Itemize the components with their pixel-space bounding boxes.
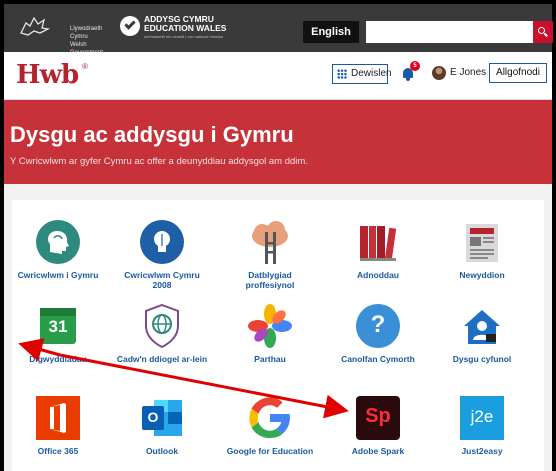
- registered-mark: ®: [82, 62, 88, 71]
- tile-label: Datblygiad proffesiynol: [245, 270, 295, 290]
- tile-label: Adnoddau: [356, 270, 400, 280]
- tile-label: Cwricwlwm i Gymru: [17, 270, 99, 280]
- tile-cadwn-ddiogel-ar-lein[interactable]: Cadw'n ddiogel ar-lein: [116, 302, 208, 364]
- books-icon: [354, 218, 402, 266]
- tile-label: Cwricwlwm Cymru 2008: [124, 270, 200, 290]
- tile-label: Digwyddiadau: [29, 354, 87, 364]
- help-icon: ?: [354, 302, 402, 350]
- spark-letters: Sp: [365, 405, 391, 427]
- tile-dysgu-cyfunol[interactable]: Dysgu cyfunol: [436, 302, 528, 364]
- language-button[interactable]: English: [303, 21, 359, 43]
- j2e-icon: j2e: [458, 394, 506, 442]
- outlook-icon: O: [138, 394, 186, 442]
- adobe-spark-icon: Sp: [354, 394, 402, 442]
- tile-parthau[interactable]: Parthau: [224, 302, 316, 364]
- tile-label: Google for Education: [226, 446, 314, 456]
- user-name[interactable]: E Jones: [450, 67, 486, 78]
- tile-cwricwlwm-cymru-2008[interactable]: Cwricwlwm Cymru 2008: [116, 218, 208, 290]
- hero-banner: Dysgu ac addysgu i Gymru Y Cwricwlwm ar …: [4, 100, 552, 184]
- tile-label: Newyddion: [459, 270, 505, 280]
- tile-adobe-spark[interactable]: Sp Adobe Spark: [332, 394, 424, 456]
- tile-digwyddiadau[interactable]: 31 Digwyddiadau: [12, 302, 104, 364]
- newspaper-icon: [458, 218, 506, 266]
- outlook-letter: O: [147, 409, 159, 425]
- pinwheel-icon: [246, 302, 294, 350]
- tile-label: Canolfan Cymorth: [341, 354, 415, 364]
- tile-google-for-education[interactable]: Google for Education: [224, 394, 316, 456]
- tile-label: Dysgu cyfunol: [452, 354, 512, 364]
- hwb-logo[interactable]: Hwb: [16, 60, 79, 90]
- checkmark-icon: [120, 16, 140, 36]
- page-subtitle: Y Cwricwlwm ar gyfer Cymru ac offer a de…: [10, 156, 308, 167]
- tile-adnoddau[interactable]: Adnoddau: [332, 218, 424, 280]
- dragon-icon: [20, 16, 51, 36]
- google-icon: [246, 394, 294, 442]
- lightbulb-icon: [138, 218, 186, 266]
- tile-label: Office 365: [37, 446, 79, 456]
- site-header: Hwb ® Dewislen 5 E Jones Allgofnodi: [4, 52, 552, 100]
- tile-office-365[interactable]: Office 365: [12, 394, 104, 456]
- avatar[interactable]: [432, 66, 446, 80]
- menu-button[interactable]: Dewislen: [332, 64, 392, 84]
- calendar-day: 31: [48, 317, 68, 336]
- tile-label: Parthau: [254, 354, 286, 364]
- notification-badge: 5: [410, 61, 420, 71]
- j2e-letters: j2e: [470, 407, 494, 426]
- house-user-icon: [458, 302, 506, 350]
- tile-datblygiad-proffesiynol[interactable]: Datblygiad proffesiynol: [224, 218, 316, 290]
- education-wales-logo[interactable]: ADDYSG CYMRU EDUCATION WALES cenhadaeth …: [120, 14, 230, 42]
- tile-label: Adobe Spark: [351, 446, 405, 456]
- logout-button[interactable]: Allgofnodi: [489, 63, 547, 83]
- tile-newyddion[interactable]: Newyddion: [436, 218, 528, 280]
- welsh-government-logo[interactable]: Llywodraeth Cymru Welsh Government: [18, 13, 118, 56]
- tile-label: Outlook: [145, 446, 179, 456]
- search-input[interactable]: [366, 21, 533, 43]
- tile-cwricwlwm-i-gymru[interactable]: Cwricwlwm i Gymru: [12, 218, 104, 280]
- tile-label: Just2easy: [461, 446, 503, 456]
- tile-outlook[interactable]: O Outlook: [116, 394, 208, 456]
- grid-icon: [337, 69, 347, 79]
- tile-just2easy[interactable]: j2e Just2easy: [436, 394, 528, 456]
- cloud-ladder-icon: [246, 218, 294, 266]
- help-mark: ?: [370, 311, 386, 338]
- tiles-panel: Cwricwlwm i Gymru Cwricwlwm Cymru 2008 D…: [12, 200, 544, 471]
- menu-button-label: Dewislen: [351, 68, 392, 79]
- office-icon: [34, 394, 82, 442]
- page-title: Dysgu ac addysgu i Gymru: [10, 122, 294, 147]
- search-button[interactable]: [533, 21, 553, 43]
- tile-canolfan-cymorth[interactable]: ? Canolfan Cymorth: [332, 302, 424, 364]
- tile-label: Cadw'n ddiogel ar-lein: [116, 354, 208, 364]
- calendar-icon: 31: [34, 302, 82, 350]
- education-wales-title: ADDYSG CYMRU EDUCATION WALES: [144, 14, 227, 33]
- head-profile-icon: [34, 218, 82, 266]
- education-wales-tagline: cenhadaeth ein cenedl | our national mis…: [144, 34, 224, 39]
- shield-globe-icon: [138, 302, 186, 350]
- government-bar: Llywodraeth Cymru Welsh Government ADDYS…: [4, 4, 553, 56]
